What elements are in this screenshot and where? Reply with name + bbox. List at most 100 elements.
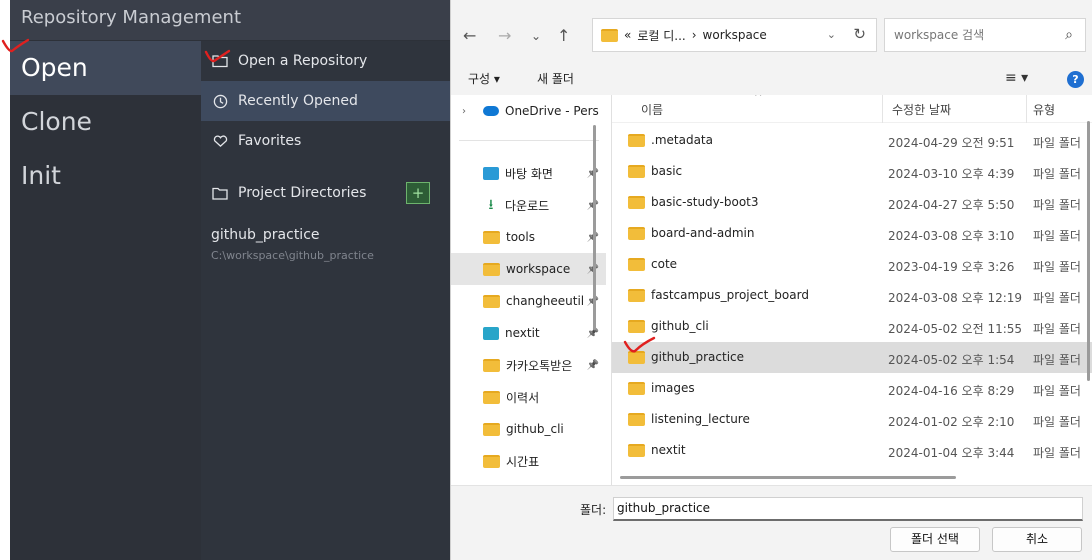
file-name: listening_lecture: [651, 412, 750, 426]
file-type: 파일 폴더: [1033, 446, 1081, 460]
nav-pane-item[interactable]: 이력서: [451, 381, 606, 413]
folder-icon: [211, 184, 229, 202]
file-type: 파일 폴더: [1033, 353, 1081, 367]
nav-open[interactable]: Open: [10, 41, 201, 95]
file-rows: .metadata 2024-04-29 오전 9:51 파일 폴더 basic 202…: [612, 125, 1092, 466]
nav-clone[interactable]: Clone: [10, 95, 201, 149]
file-row[interactable]: nextit 2024-01-04 오후 3:44 파일 폴더: [612, 435, 1092, 466]
folder-icon: [483, 294, 500, 308]
open-a-repository-item[interactable]: Open a Repository: [201, 41, 460, 81]
nav-pane-item[interactable]: 시간표: [451, 445, 606, 477]
vertical-scrollbar[interactable]: [593, 125, 596, 330]
folder-icon: [483, 454, 500, 468]
folder-icon: [628, 257, 645, 271]
column-type-header[interactable]: 유형: [1033, 101, 1055, 118]
chevron-down-icon[interactable]: ⌄: [827, 28, 836, 41]
nav-pane-item-label: github_cli: [506, 422, 564, 436]
file-row[interactable]: images 2024-04-16 오후 8:29 파일 폴더: [612, 373, 1092, 404]
file-type: 파일 폴더: [1033, 167, 1081, 181]
column-divider[interactable]: [1026, 95, 1027, 123]
cancel-button[interactable]: 취소: [992, 527, 1082, 552]
monitor-icon: [483, 326, 499, 340]
folder-icon: [628, 412, 645, 426]
nav-pane-item[interactable]: github_cli: [451, 413, 606, 445]
nav-pane-item[interactable]: › OneDrive - Pers: [451, 95, 606, 127]
file-type: 파일 폴더: [1033, 229, 1081, 243]
nav-pane-item[interactable]: 카카오톡받은 📌: [451, 349, 606, 381]
column-name-header[interactable]: 이름: [641, 101, 663, 118]
expand-chevron-icon[interactable]: ›: [462, 106, 466, 117]
file-name: basic-study-boot3: [651, 195, 759, 209]
back-arrow-icon[interactable]: ←: [463, 26, 476, 45]
window-title: Repository Management: [10, 0, 460, 40]
folder-icon: [483, 358, 500, 372]
folder-name-input[interactable]: github_practice: [613, 497, 1083, 521]
up-arrow-icon[interactable]: ↑: [557, 26, 570, 45]
file-row[interactable]: .metadata 2024-04-29 오전 9:51 파일 폴더: [612, 125, 1092, 156]
download-icon: ⭳: [488, 196, 494, 213]
search-placeholder: workspace 검색: [894, 28, 985, 42]
nav-pane-item[interactable]: nextit 📌: [451, 317, 606, 349]
pin-icon: 📌: [586, 359, 599, 371]
help-icon[interactable]: ?: [1067, 71, 1084, 88]
cloud-icon: [483, 106, 499, 116]
organize-menu-button[interactable]: 구성 ▾: [468, 70, 500, 87]
favorites-label: Favorites: [238, 133, 302, 149]
file-name: nextit: [651, 443, 686, 457]
refresh-icon[interactable]: ↻: [853, 25, 866, 43]
modified-date: 2024-05-02 오후 1:54: [888, 353, 1015, 367]
file-row[interactable]: basic-study-boot3 2024-04-27 오후 5:50 파일 폴더: [612, 187, 1092, 218]
file-name-cell: listening_lecture: [628, 412, 750, 426]
nav-pane-item[interactable]: changheeutil📌: [451, 285, 606, 317]
project-directories-item[interactable]: Project Directories +: [201, 173, 460, 213]
file-row[interactable]: listening_lecture 2024-01-02 오후 2:10 파일 폴더: [612, 404, 1092, 435]
horizontal-scrollbar[interactable]: [620, 476, 956, 479]
folder-icon: [628, 133, 645, 147]
file-type: 파일 폴더: [1033, 260, 1081, 274]
recent-repository-name: github_practice: [211, 227, 320, 243]
forward-arrow-icon[interactable]: →: [498, 26, 511, 45]
address-bar[interactable]: « 로컬 디... › workspace ⌄ ↻: [592, 18, 877, 52]
nav-pane-item[interactable]: tools📌: [451, 221, 606, 253]
file-row[interactable]: github_cli 2024-05-02 오전 11:55 파일 폴더: [612, 311, 1092, 342]
vertical-scrollbar[interactable]: [1087, 121, 1090, 381]
file-type: 파일 폴더: [1033, 136, 1081, 150]
file-name: github_practice: [651, 350, 745, 364]
recent-repository-entry[interactable]: github_practice C:\workspace\github_prac…: [201, 213, 460, 262]
file-name: github_cli: [651, 319, 709, 333]
column-modified-header[interactable]: 수정한 날짜: [892, 101, 951, 118]
nav-pane-item[interactable]: 바탕 화면📌: [451, 157, 606, 189]
column-divider[interactable]: [882, 95, 883, 123]
file-type: 파일 폴더: [1033, 384, 1081, 398]
file-row[interactable]: board-and-admin 2024-03-08 오후 3:10 파일 폴더: [612, 218, 1092, 249]
new-folder-button[interactable]: 새 폴더: [537, 70, 574, 87]
recently-opened-item[interactable]: Recently Opened: [201, 81, 460, 121]
nav-pane-item[interactable]: ⭳다운로드📌: [451, 189, 606, 221]
file-name-cell: board-and-admin: [628, 226, 755, 240]
project-directories-label: Project Directories: [238, 185, 367, 201]
breadcrumb-parent[interactable]: 로컬 디...: [637, 27, 685, 44]
recent-locations-chevron-icon[interactable]: ⌄: [531, 29, 541, 43]
select-folder-button[interactable]: 폴더 선택: [890, 527, 980, 552]
file-name-cell: basic-study-boot3: [628, 195, 759, 209]
nav-pane-item-label: nextit: [505, 326, 540, 340]
modified-date: 2024-03-08 오후 3:10: [888, 229, 1015, 243]
divider: [459, 140, 599, 141]
file-row[interactable]: fastcampus_project_board 2024-03-08 오후 12…: [612, 280, 1092, 311]
folder-icon: [628, 195, 645, 209]
nav-init[interactable]: Init: [10, 149, 201, 203]
nav-pane-item-label: workspace: [506, 262, 571, 276]
view-options-icon[interactable]: ≡ ▾: [1005, 70, 1028, 86]
file-name: images: [651, 381, 695, 395]
search-input[interactable]: workspace 검색 ⌕: [884, 18, 1086, 52]
add-project-directory-button[interactable]: +: [406, 182, 430, 204]
modified-date: 2024-03-10 오후 4:39: [888, 167, 1015, 181]
file-row[interactable]: basic 2024-03-10 오후 4:39 파일 폴더: [612, 156, 1092, 187]
nav-pane-item[interactable]: workspace📌: [451, 253, 606, 285]
breadcrumb-current[interactable]: workspace: [703, 28, 767, 42]
navigation-pane: ›OneDrive - Pers바탕 화면📌⭳다운로드📌tools📌worksp…: [451, 95, 606, 485]
favorites-item[interactable]: Favorites: [201, 121, 460, 161]
nav-pane-item-label: 다운로드: [505, 198, 550, 213]
file-row[interactable]: cote 2023-04-19 오후 3:26 파일 폴더: [612, 249, 1092, 280]
file-row[interactable]: github_practice 2024-05-02 오후 1:54 파일 폴더: [612, 342, 1092, 373]
